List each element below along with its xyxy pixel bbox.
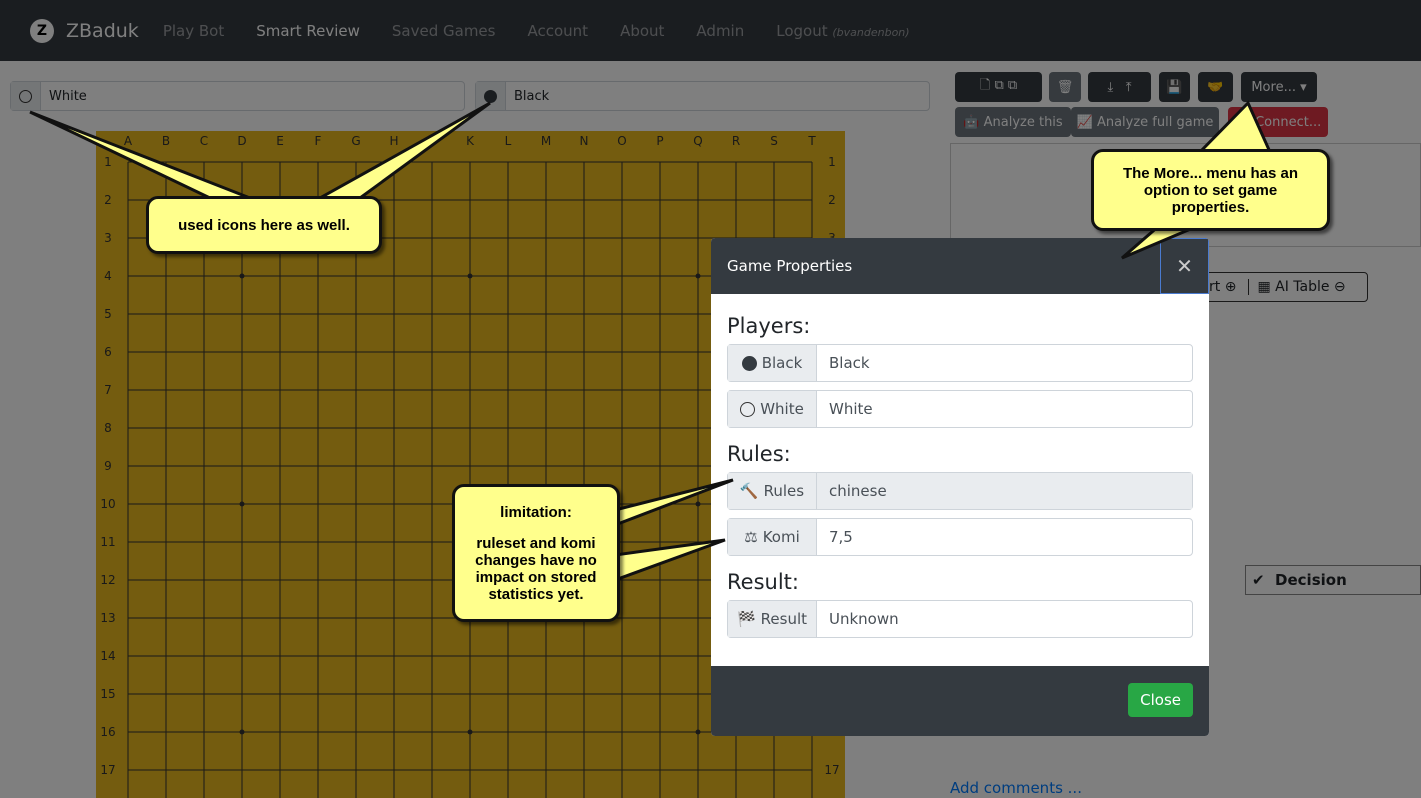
- callout-more: The More... menu has an option to set ga…: [1091, 149, 1330, 231]
- limitation-title: limitation:: [500, 503, 572, 521]
- callout-icons: used icons here as well.: [146, 196, 382, 254]
- callout-tails: [29, 100, 1273, 583]
- callout-limitation: limitation: ruleset and komi changes hav…: [452, 484, 620, 622]
- limitation-body: ruleset and komi changes have no impact …: [475, 534, 597, 603]
